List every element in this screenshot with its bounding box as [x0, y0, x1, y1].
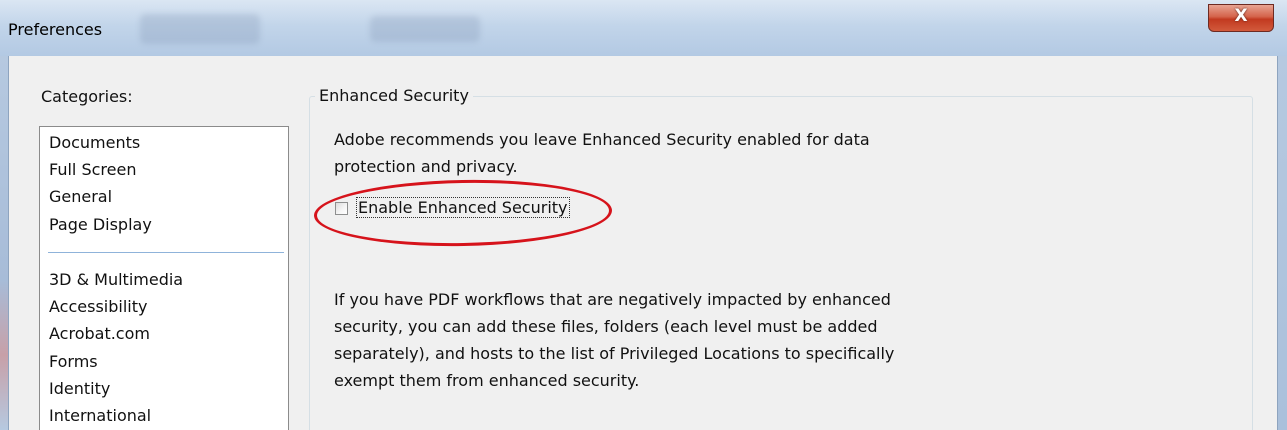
category-acrobat-com[interactable]: Acrobat.com [49, 324, 150, 343]
dialog-body: Categories: Documents Full Screen Genera… [8, 56, 1278, 430]
intro-text: Adobe recommends you leave Enhanced Secu… [334, 130, 870, 176]
privileged-locations-text: If you have PDF workflows that are negat… [334, 290, 895, 390]
category-general[interactable]: General [49, 187, 112, 206]
close-icon: X [1234, 6, 1248, 26]
category-divider [48, 252, 284, 253]
category-page-display[interactable]: Page Display [49, 215, 152, 234]
blurred-background [370, 16, 480, 42]
blurred-background [140, 14, 260, 44]
category-full-screen[interactable]: Full Screen [49, 160, 136, 179]
title-bar[interactable]: Preferences X [0, 0, 1287, 56]
category-3d-multimedia[interactable]: 3D & Multimedia [49, 270, 183, 289]
category-forms[interactable]: Forms [49, 352, 98, 371]
close-button[interactable]: X [1208, 4, 1274, 32]
categories-list[interactable]: Documents Full Screen General Page Displ… [39, 126, 289, 430]
categories-label: Categories: [41, 87, 133, 106]
category-accessibility[interactable]: Accessibility [49, 297, 147, 316]
category-international[interactable]: International [49, 406, 151, 425]
window-title: Preferences [8, 20, 103, 39]
preferences-window: Preferences X Categories: Documents Full… [0, 0, 1287, 430]
category-identity[interactable]: Identity [49, 379, 110, 398]
category-documents[interactable]: Documents [49, 133, 140, 152]
group-title: Enhanced Security [315, 86, 473, 105]
window-border-left [0, 56, 8, 430]
